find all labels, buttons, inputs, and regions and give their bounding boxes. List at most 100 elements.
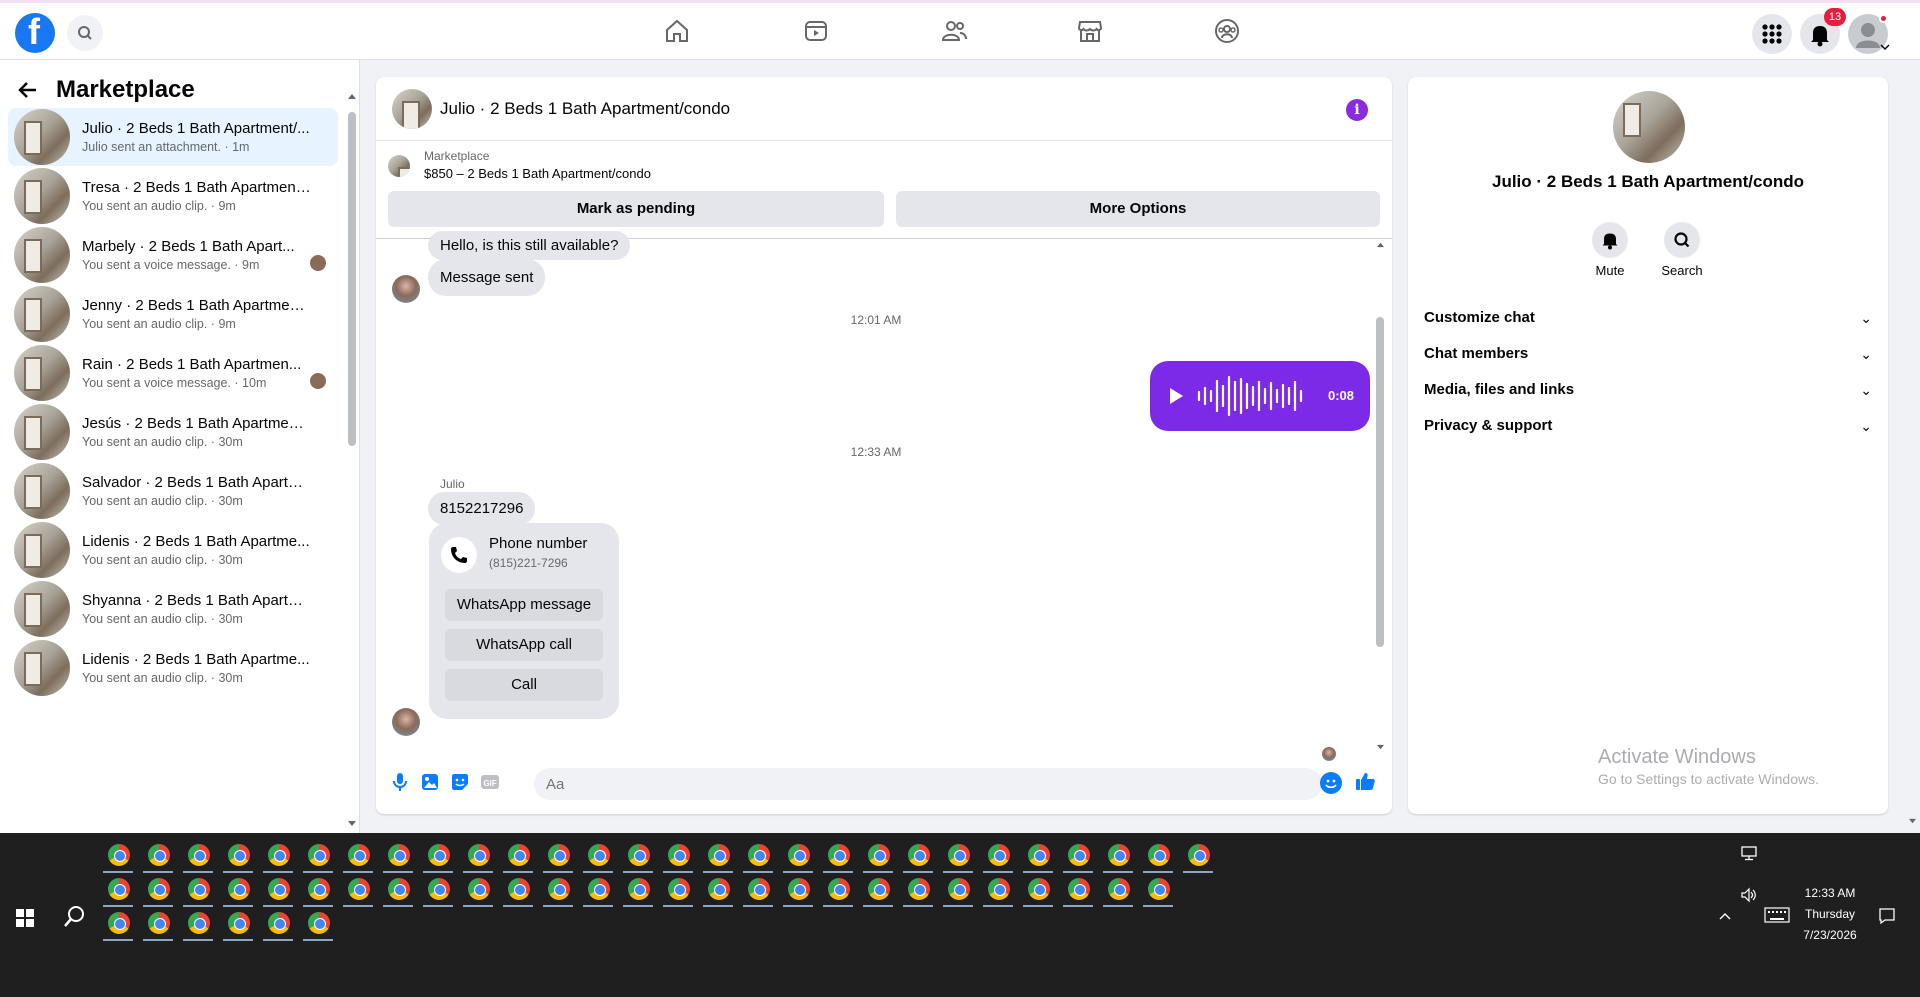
taskbar-app-icon[interactable] — [820, 873, 856, 907]
taskbar-app-icon[interactable] — [220, 839, 256, 873]
taskbar-app-icon[interactable] — [380, 873, 416, 907]
taskbar-app-icon[interactable] — [700, 873, 736, 907]
back-arrow-icon[interactable] — [16, 78, 40, 102]
taskbar-app-icon[interactable] — [740, 839, 776, 873]
taskbar-app-icon[interactable] — [1100, 873, 1136, 907]
scroll-down-icon[interactable] — [347, 820, 357, 828]
taskbar-app-icon[interactable] — [100, 907, 136, 941]
search-button[interactable] — [67, 15, 103, 51]
sidebar-scrollbar[interactable] — [348, 112, 356, 446]
scroll-down-icon[interactable] — [1376, 744, 1385, 751]
facebook-logo[interactable]: f — [15, 11, 55, 53]
taskbar-app-icon[interactable] — [260, 839, 296, 873]
taskbar-app-icon[interactable] — [980, 873, 1016, 907]
taskbar-app-icon[interactable] — [540, 873, 576, 907]
whatsapp-call-button[interactable]: WhatsApp call — [445, 629, 603, 661]
taskbar-app-icon[interactable] — [1140, 873, 1176, 907]
taskbar-app-icon[interactable] — [140, 907, 176, 941]
system-clock[interactable]: 12:33 AM Thursday 7/23/2026 — [1780, 883, 1880, 946]
home-icon[interactable] — [663, 17, 691, 45]
windows-start-icon[interactable] — [16, 909, 34, 927]
play-icon[interactable] — [1170, 388, 1183, 404]
taskbar-app-icon[interactable] — [100, 839, 136, 873]
conversation-item[interactable]: Lidenis · 2 Beds 1 Bath Apartme... You se… — [8, 521, 338, 579]
taskbar-app-icon[interactable] — [1140, 839, 1176, 873]
call-button[interactable]: Call — [445, 669, 603, 701]
taskbar-app-icon[interactable] — [420, 873, 456, 907]
sticker-icon[interactable] — [450, 772, 470, 792]
chat-avatar[interactable] — [392, 89, 432, 129]
sender-avatar[interactable] — [392, 708, 420, 736]
taskbar-app-icon[interactable] — [860, 873, 896, 907]
taskbar-app-icon[interactable] — [100, 873, 136, 907]
video-icon[interactable] — [802, 17, 830, 45]
mark-pending-button[interactable]: Mark as pending — [388, 191, 884, 227]
search-action[interactable]: Search — [1652, 222, 1712, 278]
conversation-item[interactable]: Shyanna · 2 Beds 1 Bath Apartm... You sen… — [8, 580, 338, 638]
taskbar-app-icon[interactable] — [260, 873, 296, 907]
taskbar-app-icon[interactable] — [340, 873, 376, 907]
taskbar-app-icon[interactable] — [180, 839, 216, 873]
microphone-icon[interactable] — [390, 772, 410, 792]
scroll-down-icon[interactable] — [1908, 818, 1917, 825]
taskbar-app-icon[interactable] — [1060, 873, 1096, 907]
taskbar-app-icon[interactable] — [1020, 839, 1056, 873]
taskbar-app-icon[interactable] — [300, 839, 336, 873]
taskbar-app-icon[interactable] — [980, 839, 1016, 873]
taskbar-app-icon[interactable] — [780, 873, 816, 907]
conversation-item[interactable]: Julio · 2 Beds 1 Bath Apartment/... Julio… — [8, 108, 338, 166]
gif-icon[interactable]: GIF — [480, 772, 500, 792]
taskbar-app-icon[interactable] — [180, 873, 216, 907]
taskbar-app-icon[interactable] — [940, 839, 976, 873]
conversation-item[interactable]: Jesús · 2 Beds 1 Bath Apartment... You se… — [8, 403, 338, 461]
taskbar-app-icon[interactable] — [140, 873, 176, 907]
taskbar-app-icon[interactable] — [1060, 839, 1096, 873]
groups-icon[interactable] — [1213, 17, 1241, 45]
conversation-item[interactable]: Rain · 2 Beds 1 Bath Apartmen... You sent… — [8, 344, 338, 402]
taskbar-app-icon[interactable] — [660, 873, 696, 907]
conversation-item[interactable]: Lidenis · 2 Beds 1 Bath Apartme... You se… — [8, 639, 338, 697]
image-icon[interactable] — [420, 772, 440, 792]
chevron-up-icon[interactable] — [1718, 911, 1732, 921]
customize-chat-row[interactable]: Customize chat ⌄ — [1424, 300, 1872, 336]
taskbar-app-icon[interactable] — [1180, 839, 1216, 873]
info-icon[interactable]: i — [1346, 99, 1368, 121]
taskbar-app-icon[interactable] — [220, 907, 256, 941]
taskbar-app-icon[interactable] — [860, 839, 896, 873]
mute-action[interactable]: Mute — [1580, 222, 1640, 278]
taskbar-app-icon[interactable] — [500, 873, 536, 907]
volume-icon[interactable] — [1740, 887, 1758, 903]
message-text-field[interactable] — [534, 768, 1322, 800]
chat-members-row[interactable]: Chat members ⌄ — [1424, 336, 1872, 372]
chat-title[interactable]: Julio · 2 Beds 1 Bath Apartment/condo — [440, 99, 730, 119]
taskbar-app-icon[interactable] — [900, 839, 936, 873]
privacy-support-row[interactable]: Privacy & support ⌄ — [1424, 408, 1872, 444]
media-files-links-row[interactable]: Media, files and links ⌄ — [1424, 372, 1872, 408]
search-icon[interactable] — [62, 903, 88, 929]
scroll-up-icon[interactable] — [1376, 241, 1385, 248]
voice-message[interactable]: 0:08 — [1150, 361, 1370, 431]
whatsapp-message-button[interactable]: WhatsApp message — [445, 589, 603, 621]
conversation-item[interactable]: Marbely · 2 Beds 1 Bath Apart... You sent… — [8, 226, 338, 284]
taskbar-app-icon[interactable] — [180, 907, 216, 941]
taskbar-app-icon[interactable] — [900, 873, 936, 907]
marketplace-icon[interactable] — [1076, 17, 1104, 45]
message-input[interactable] — [534, 768, 1322, 800]
sender-avatar[interactable] — [392, 275, 420, 303]
menu-button[interactable] — [1752, 14, 1792, 54]
like-thumb-icon[interactable] — [1354, 770, 1376, 792]
taskbar-app-icon[interactable] — [340, 839, 376, 873]
taskbar-app-icon[interactable] — [260, 907, 296, 941]
taskbar-app-icon[interactable] — [1100, 839, 1136, 873]
taskbar-app-icon[interactable] — [500, 839, 536, 873]
conversation-item[interactable]: Salvador · 2 Beds 1 Bath Apartm... You se… — [8, 462, 338, 520]
friends-icon[interactable] — [940, 17, 968, 45]
taskbar-app-icon[interactable] — [620, 873, 656, 907]
taskbar-app-icon[interactable] — [740, 873, 776, 907]
taskbar-app-icon[interactable] — [1020, 873, 1056, 907]
emoji-icon[interactable] — [1320, 772, 1342, 794]
taskbar-app-icon[interactable] — [300, 907, 336, 941]
chat-scrollbar[interactable] — [1376, 317, 1384, 647]
taskbar-app-icon[interactable] — [700, 839, 736, 873]
network-icon[interactable] — [1740, 845, 1758, 861]
